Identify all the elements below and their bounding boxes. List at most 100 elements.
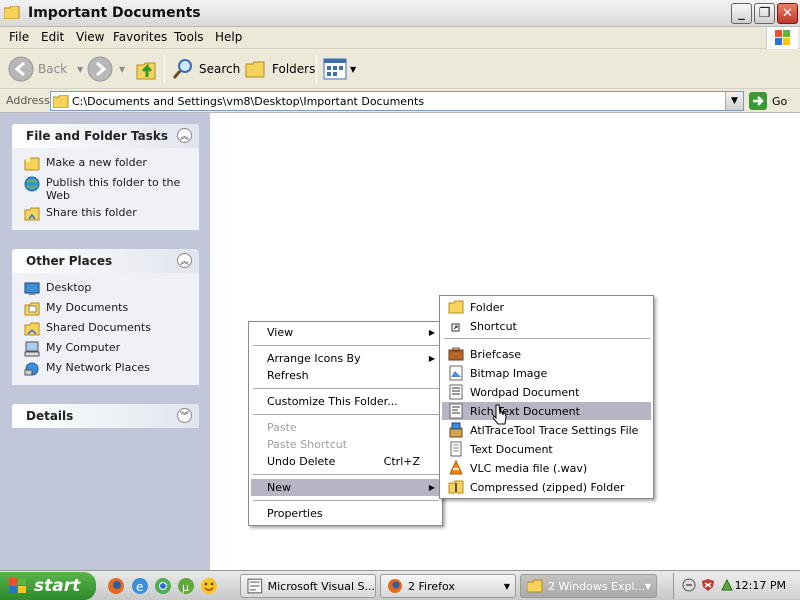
firefox-icon: [388, 579, 402, 593]
menu-edit[interactable]: Edit: [41, 30, 64, 44]
shortcut-label: Ctrl+Z: [383, 455, 420, 468]
folder-icon: [448, 300, 464, 314]
context-paste[interactable]: Paste: [251, 419, 440, 436]
firefox-quicklaunch-icon[interactable]: [107, 577, 125, 595]
forward-button[interactable]: ▼: [87, 56, 125, 82]
start-button[interactable]: start: [0, 572, 96, 600]
new-text-document-item[interactable]: Text Document: [442, 440, 651, 458]
views-dropdown-icon[interactable]: ▼: [350, 65, 356, 74]
my-documents-icon: [24, 302, 40, 316]
context-refresh[interactable]: Refresh: [251, 367, 440, 384]
new-folder-item[interactable]: Folder: [442, 298, 651, 316]
minimize-button[interactable]: _: [731, 3, 752, 24]
new-bitmap-item[interactable]: Bitmap Image: [442, 364, 651, 382]
menu-help[interactable]: Help: [215, 30, 242, 44]
place-my-network-places[interactable]: My Network Places: [12, 359, 199, 379]
new-atltrace-item[interactable]: AtlTraceTool Trace Settings File: [442, 421, 651, 439]
context-properties[interactable]: Properties: [251, 505, 440, 522]
richtext-icon: [449, 403, 463, 419]
visual-studio-icon: [247, 578, 263, 594]
menu-favorites[interactable]: Favorites: [113, 30, 167, 44]
toolbar-separator: [164, 55, 165, 83]
views-icon: [323, 58, 347, 80]
menu-separator: [253, 388, 439, 389]
taskbar-windows-explorer-group[interactable]: 2 Windows Expl... ▼: [520, 574, 657, 598]
context-new[interactable]: New ▶: [251, 479, 440, 496]
new-wordpad-item[interactable]: Wordpad Document: [442, 383, 651, 401]
messenger-smiley-quicklaunch-icon[interactable]: [200, 577, 218, 595]
place-desktop[interactable]: Desktop: [12, 279, 199, 299]
task-pane: File and Folder Tasks ︽ Make a new folde…: [0, 113, 210, 570]
menu-separator: [253, 500, 439, 501]
tray-app-icon[interactable]: [720, 578, 734, 592]
back-arrow-icon: [8, 56, 34, 82]
windows-flag-icon: [9, 578, 26, 593]
place-my-computer[interactable]: My Computer: [12, 339, 199, 359]
address-input[interactable]: C:\Documents and Settings\vm8\Desktop\Im…: [50, 91, 744, 111]
collapse-chevron-icon[interactable]: ︽: [177, 253, 192, 268]
mouse-cursor-icon: [493, 404, 507, 425]
back-button[interactable]: Back ▼: [8, 56, 83, 82]
group-dropdown-icon: ▼: [503, 581, 510, 591]
zip-folder-icon: [448, 480, 464, 494]
make-new-folder-link[interactable]: Make a new folder: [12, 154, 199, 174]
panel-header[interactable]: File and Folder Tasks ︽: [12, 124, 199, 148]
title-bar[interactable]: Important Documents _ ❐ ✕: [0, 0, 800, 27]
context-undo-delete[interactable]: Undo Delete Ctrl+Z: [251, 453, 440, 470]
back-dropdown-icon[interactable]: ▼: [77, 65, 83, 74]
folders-button[interactable]: Folders: [244, 56, 315, 82]
context-customize-folder[interactable]: Customize This Folder...: [251, 393, 440, 410]
toolbar: Back ▼ ▼ Search Folders ▼: [0, 49, 800, 89]
share-folder-icon: [24, 207, 40, 221]
context-view[interactable]: View ▶: [251, 324, 440, 341]
context-paste-shortcut[interactable]: Paste Shortcut: [251, 436, 440, 453]
new-briefcase-item[interactable]: Briefcase: [442, 345, 651, 363]
new-vlc-media-item[interactable]: VLC media file (.wav): [442, 459, 651, 477]
internet-explorer-quicklaunch-icon[interactable]: e: [131, 577, 149, 595]
network-status-icon[interactable]: [682, 578, 696, 592]
menu-view[interactable]: View: [76, 30, 104, 44]
search-button[interactable]: Search: [171, 56, 240, 82]
menu-separator: [253, 474, 439, 475]
context-arrange-icons[interactable]: Arrange Icons By ▶: [251, 350, 440, 367]
desktop-icon: [24, 282, 40, 295]
other-places-panel: Other Places ︽ Desktop My Documents Shar…: [12, 249, 199, 385]
new-shortcut-item[interactable]: Shortcut: [442, 317, 651, 335]
collapse-chevron-icon[interactable]: ︽: [177, 128, 192, 143]
forward-dropdown-icon[interactable]: ▼: [119, 65, 125, 74]
taskbar-firefox-group[interactable]: 2 Firefox ▼: [380, 574, 516, 598]
expand-chevron-icon[interactable]: ︾: [177, 408, 192, 423]
views-button[interactable]: ▼: [323, 56, 356, 82]
chrome-quicklaunch-icon[interactable]: [154, 577, 172, 595]
text-doc-icon: [450, 441, 462, 457]
details-panel: Details ︾: [12, 404, 199, 428]
panel-header[interactable]: Other Places ︽: [12, 249, 199, 273]
up-folder-button[interactable]: [135, 56, 159, 82]
new-folder-icon: [24, 157, 40, 171]
address-label: Address: [6, 94, 50, 107]
utorrent-quicklaunch-icon[interactable]: µ: [177, 577, 195, 595]
place-shared-documents[interactable]: Shared Documents: [12, 319, 199, 339]
new-rich-text-item[interactable]: Rich Text Document: [442, 402, 651, 420]
taskbar-visual-studio[interactable]: Microsoft Visual S...: [240, 574, 376, 598]
group-dropdown-icon: ▼: [644, 581, 651, 591]
place-my-documents[interactable]: My Documents: [12, 299, 199, 319]
menu-tools[interactable]: Tools: [174, 30, 204, 44]
close-button[interactable]: ✕: [777, 3, 798, 24]
new-zip-folder-item[interactable]: Compressed (zipped) Folder: [442, 478, 651, 496]
menu-file[interactable]: File: [9, 30, 29, 44]
folder-icon: [527, 579, 543, 593]
shortcut-icon: [451, 323, 460, 332]
submenu-arrow-icon: ▶: [428, 328, 435, 337]
go-button[interactable]: Go: [749, 92, 787, 110]
address-dropdown-icon[interactable]: ▼: [725, 92, 743, 110]
share-folder-link[interactable]: Share this folder: [12, 204, 199, 224]
svg-text:µ: µ: [182, 581, 189, 594]
publish-folder-link[interactable]: Publish this folder to the Web: [12, 174, 199, 204]
clock[interactable]: 12:17 PM: [735, 579, 786, 592]
panel-header[interactable]: Details ︾: [12, 404, 199, 428]
atltrace-icon: [449, 422, 463, 438]
maximize-button[interactable]: ❐: [754, 3, 775, 24]
security-shield-icon[interactable]: [701, 578, 715, 592]
network-places-icon: [24, 362, 39, 376]
